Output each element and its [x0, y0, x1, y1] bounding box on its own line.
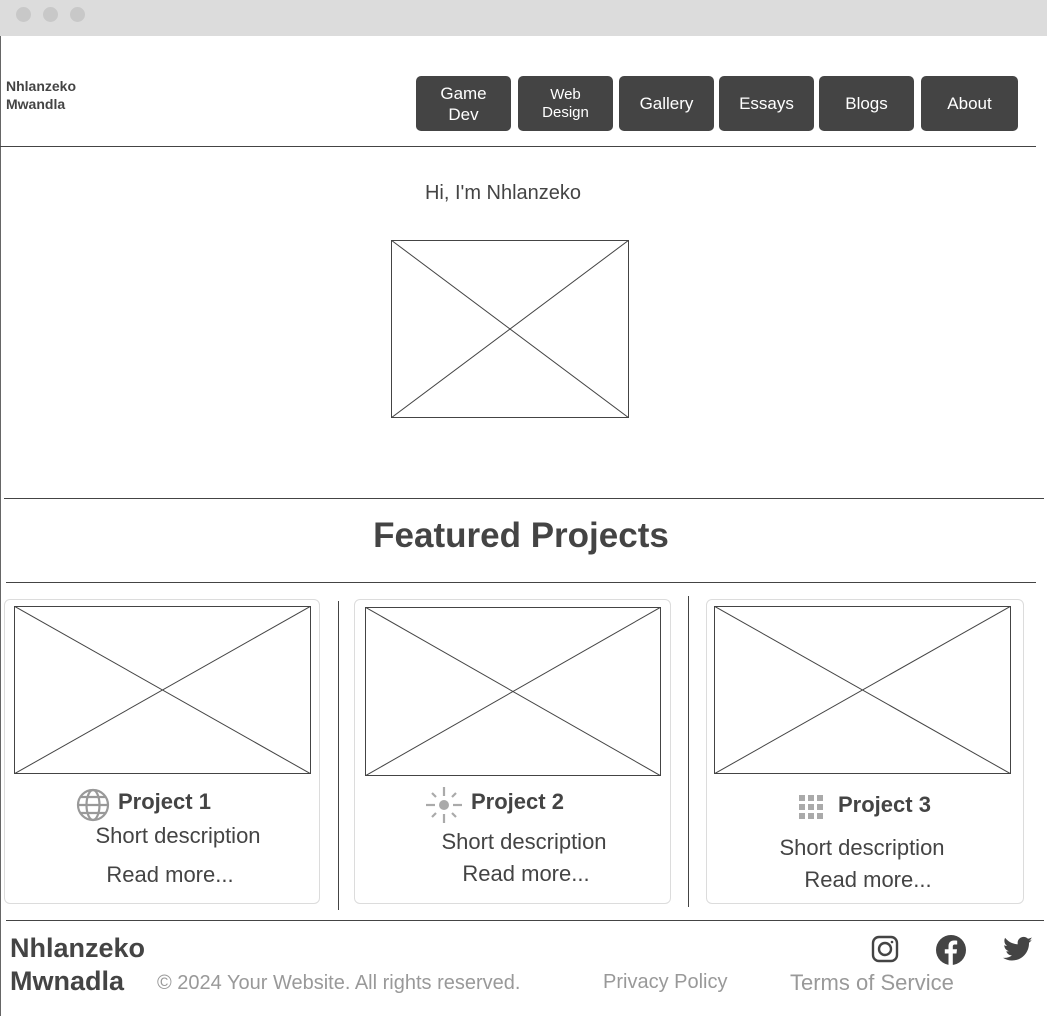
nav-gallery-button[interactable]: Gallery: [619, 76, 714, 131]
window-minimize-dot[interactable]: [43, 7, 58, 22]
terms-of-service-link[interactable]: Terms of Service: [790, 970, 954, 996]
hero-greeting: Hi, I'm Nhlanzeko: [424, 182, 582, 204]
window-titlebar: [0, 0, 1047, 36]
nav-web-design-button[interactable]: Web Design: [518, 76, 613, 131]
card-separator-2: [688, 596, 689, 907]
hero-image-placeholder: [391, 240, 629, 418]
header-divider: [0, 146, 1036, 147]
nav-game-dev-line1: Game: [440, 83, 487, 103]
project-1-title[interactable]: Project 1: [118, 789, 211, 815]
grid-icon: [799, 795, 823, 819]
nav-essays-label: Essays: [739, 94, 794, 113]
card-separator-1: [338, 601, 339, 910]
footer-first-name: Nhlanzeko: [10, 933, 146, 963]
project-card-2[interactable]: Project 2 Short description Read more...: [354, 599, 671, 904]
nav-web-design-line2: Design: [542, 103, 589, 121]
sun-icon: [425, 786, 463, 824]
nav-game-dev-line2: Dev: [448, 104, 479, 124]
footer-divider: [6, 920, 1044, 921]
project-1-image-placeholder: [14, 606, 311, 774]
project-2-title[interactable]: Project 2: [471, 789, 564, 815]
nav-about-label: About: [947, 94, 992, 113]
project-card-3[interactable]: Project 3 Short description Read more...: [706, 599, 1024, 904]
facebook-icon[interactable]: [935, 934, 967, 966]
nav-about-button[interactable]: About: [921, 76, 1018, 131]
privacy-policy-link[interactable]: Privacy Policy: [603, 971, 727, 994]
nav-blogs-button[interactable]: Blogs: [819, 76, 914, 131]
twitter-icon[interactable]: [1002, 934, 1034, 964]
footer-name: Nhlanzeko Mwnadla: [10, 932, 145, 998]
project-2-description: Short description: [441, 829, 607, 854]
window-close-dot[interactable]: [16, 7, 31, 22]
nav-essays-button[interactable]: Essays: [719, 76, 814, 131]
nav-blogs-label: Blogs: [845, 94, 888, 113]
hero-divider: [4, 498, 1044, 499]
project-2-image-placeholder: [365, 607, 661, 776]
nav-gallery-label: Gallery: [639, 94, 694, 113]
nav-web-design-line1: Web: [550, 85, 581, 103]
project-3-image-placeholder: [714, 606, 1011, 774]
featured-projects-heading: Featured Projects: [373, 516, 669, 555]
project-card-1[interactable]: Project 1 Short description Read more...: [4, 599, 320, 904]
featured-divider: [6, 582, 1036, 583]
project-1-description: Short description: [95, 823, 261, 848]
site-logo[interactable]: Nhlanzeko Mwandla: [6, 77, 76, 113]
logo-last-name: Mwandla: [6, 96, 66, 112]
nav-game-dev-button[interactable]: Game Dev: [416, 76, 511, 131]
project-3-read-more-link[interactable]: Read more...: [707, 867, 1029, 893]
project-2-read-more-link[interactable]: Read more...: [355, 861, 697, 887]
globe-icon: [76, 788, 110, 822]
project-1-read-more-link[interactable]: Read more...: [5, 862, 335, 888]
footer-last-name: Mwnadla: [10, 966, 125, 996]
footer-copyright: © 2024 Your Website. All rights reserved…: [157, 972, 521, 994]
instagram-icon[interactable]: [871, 934, 899, 964]
project-3-title[interactable]: Project 3: [838, 792, 931, 818]
logo-first-name: Nhlanzeko: [6, 78, 77, 94]
window-maximize-dot[interactable]: [70, 7, 85, 22]
project-3-description: Short description: [779, 835, 945, 860]
